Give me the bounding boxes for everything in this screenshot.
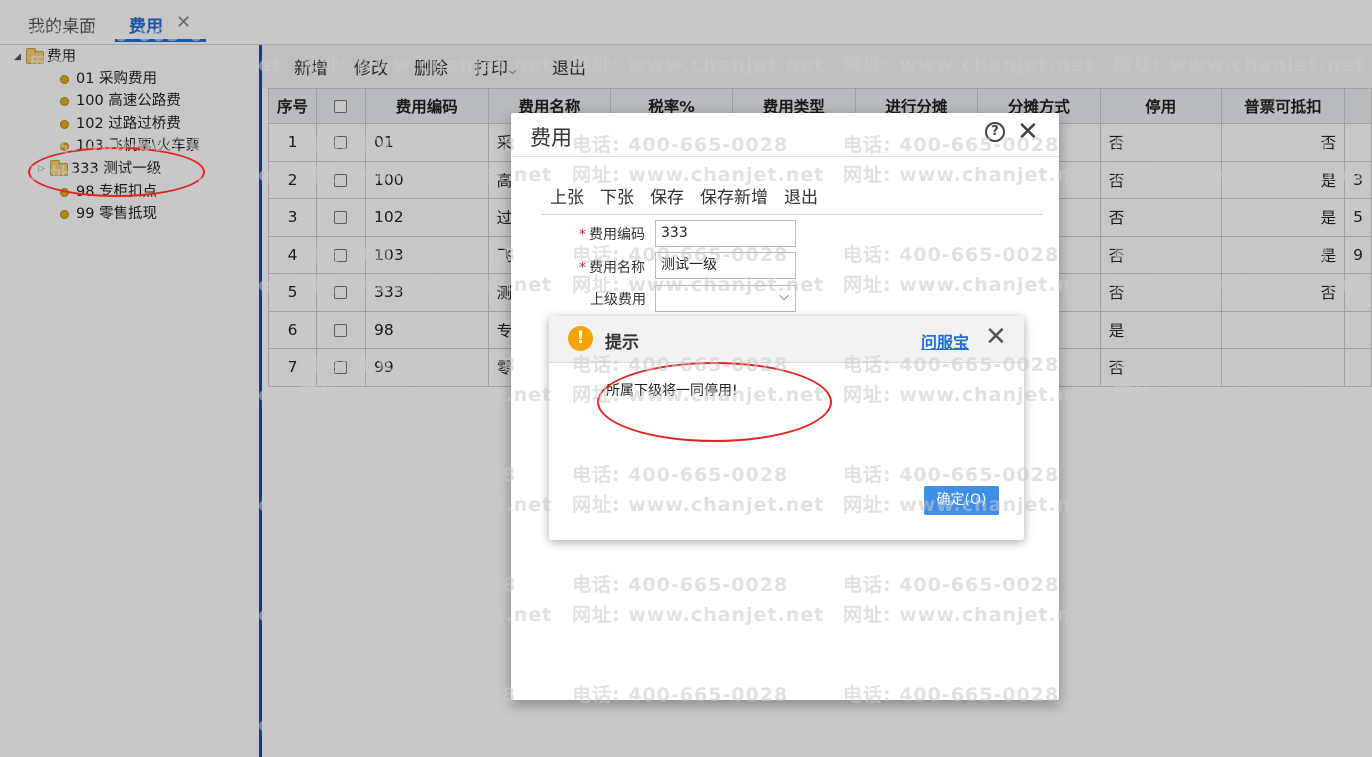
chevron-down-icon: ⌵: [779, 289, 789, 304]
next-record-button[interactable]: 下张: [600, 183, 634, 208]
divider: [541, 214, 1043, 215]
parent-select[interactable]: ⌵: [655, 285, 796, 312]
name-label-text: 费用名称: [589, 260, 645, 276]
annotation-ellipse: [597, 362, 832, 442]
alert-header: ! 提示 问服宝 ✕: [549, 316, 1024, 363]
ok-button[interactable]: 确定(O): [924, 486, 999, 515]
required-mark: *: [579, 260, 586, 276]
dialog-close-icon[interactable]: ✕: [1017, 117, 1039, 147]
name-field[interactable]: 测试一级: [655, 252, 796, 279]
dialog-title: 费用: [530, 126, 572, 150]
code-label: * 费用编码: [579, 224, 645, 244]
annotation-ellipse: [28, 147, 205, 197]
alert-title: 提示: [605, 333, 639, 353]
divider: [511, 156, 1059, 157]
exit-button[interactable]: 退出: [784, 183, 818, 208]
required-mark: *: [579, 227, 586, 243]
help-service-link[interactable]: 问服宝: [921, 329, 969, 353]
alert-close-icon[interactable]: ✕: [985, 322, 1007, 352]
parent-label: 上级费用: [590, 292, 646, 308]
save-button[interactable]: 保存: [650, 183, 684, 208]
name-label: * 费用名称: [579, 257, 645, 277]
help-icon[interactable]: ?: [985, 122, 1005, 142]
code-field[interactable]: 333: [655, 220, 796, 247]
warning-icon: !: [568, 326, 593, 351]
prev-record-button[interactable]: 上张: [550, 183, 584, 208]
save-and-new-button[interactable]: 保存新增: [700, 183, 768, 208]
code-label-text: 费用编码: [589, 227, 645, 243]
